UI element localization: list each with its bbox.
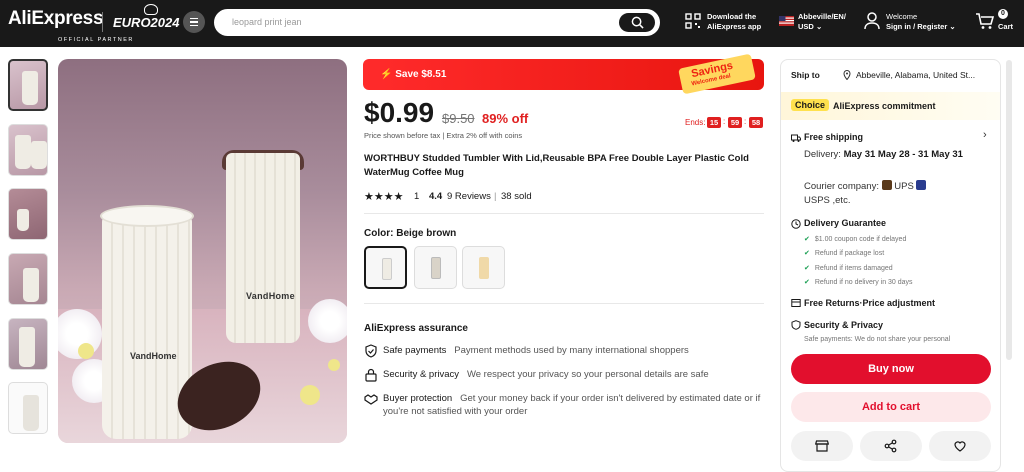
header-divider <box>102 12 103 32</box>
discount-percent: 89% off <box>482 111 529 126</box>
sold-count: 38 sold <box>501 191 532 202</box>
cart-label[interactable]: Cart <box>998 22 1013 32</box>
store-icon <box>815 440 829 452</box>
euro2024-logo[interactable]: EURO2024 <box>113 15 179 30</box>
countdown-hours: 15 <box>707 117 721 128</box>
shield-check-icon <box>365 344 377 358</box>
guarantee-item: ✔ $1.00 coupon code if delayed <box>804 236 907 243</box>
share-button[interactable] <box>860 431 922 461</box>
location-pin-icon <box>843 70 851 80</box>
categories-menu-button[interactable] <box>183 11 205 33</box>
price-note: Price shown before tax | Extra 2% off wi… <box>364 131 523 140</box>
guarantee-item: ✔ Refund if package lost <box>804 250 885 257</box>
chevron-down-icon: ⌄ <box>949 22 956 31</box>
chevron-right-icon[interactable]: › <box>983 129 987 141</box>
divider <box>364 303 764 304</box>
save-amount: ⚡ Save $8.51 <box>380 69 447 80</box>
countdown-minutes: 59 <box>728 117 742 128</box>
account-menu[interactable]: Welcome Sign in / Register ⌄ <box>886 12 956 32</box>
top-header: AliExpress OFFICIAL PARTNER EURO2024 leo… <box>0 0 1024 47</box>
heart-icon <box>954 441 966 452</box>
chevron-down-icon: ⌄ <box>815 22 823 31</box>
thumbnail-3[interactable] <box>8 188 48 240</box>
usps-logo-icon <box>916 180 927 190</box>
rating-value: 4.4 <box>429 191 443 202</box>
user-icon[interactable] <box>864 12 880 30</box>
ship-location-selector[interactable]: Abbeville, Alabama, United St... <box>856 70 992 80</box>
thumbnail-6[interactable] <box>8 382 48 434</box>
countdown-seconds: 58 <box>749 117 763 128</box>
delivery-guarantee-label: Delivery Guarantee <box>804 218 887 228</box>
check-icon: ✔ <box>804 265 810 272</box>
cart-icon[interactable] <box>975 12 995 30</box>
star-count: 1 <box>414 191 420 202</box>
locale-selector[interactable]: Abbeville/EN/ USD ⌄ <box>798 12 846 32</box>
original-price: $9.50 <box>442 111 475 126</box>
aliexpress-logo[interactable]: AliExpress <box>8 8 104 30</box>
search-input[interactable]: leopard print jean <box>232 17 302 27</box>
delivery-info: Delivery: May 31 May 28 - 31 May 31 <box>804 149 963 160</box>
uefa-trophy-icon <box>144 4 158 15</box>
free-shipping-label[interactable]: Free shipping <box>804 132 863 142</box>
buy-now-button[interactable]: Buy now <box>791 354 991 384</box>
security-privacy-label: Security & Privacy <box>804 320 884 330</box>
choice-badge: Choice <box>791 99 830 111</box>
qr-code-icon[interactable] <box>685 13 701 29</box>
main-product-image[interactable]: VandHome VandHome <box>58 59 347 443</box>
thumbnail-5[interactable] <box>8 318 48 370</box>
free-returns-label: Free Returns·Price adjustment <box>804 298 936 308</box>
check-icon: ✔ <box>804 236 810 243</box>
guarantee-item: ✔ Refund if no delivery in 30 days <box>804 279 913 286</box>
color-label: Color: Beige brown <box>364 228 457 239</box>
color-swatch-beige-brown[interactable] <box>364 246 407 289</box>
thumbnail-4[interactable] <box>8 253 48 305</box>
reviews-link[interactable]: 9 Reviews <box>447 191 491 202</box>
search-bar[interactable]: leopard print jean <box>214 9 660 36</box>
shield-icon <box>791 320 801 330</box>
color-swatch-2[interactable] <box>414 246 457 289</box>
add-to-cart-button[interactable]: Add to cart <box>791 392 991 422</box>
assurance-title: AliExpress assurance <box>364 323 468 334</box>
product-title: WORTHBUY Studded Tumbler With Lid,Reusab… <box>364 153 749 178</box>
wishlist-button[interactable] <box>929 431 991 461</box>
download-app-link[interactable]: Download the AliExpress app <box>707 12 761 32</box>
ends-label: Ends: <box>685 118 706 127</box>
ship-to-label: Ship to <box>791 70 820 80</box>
lock-icon <box>365 368 377 382</box>
search-button[interactable] <box>619 13 655 32</box>
current-price: $0.99 <box>364 97 435 128</box>
truck-icon <box>791 134 801 142</box>
product-brand-label: VandHome <box>246 291 295 301</box>
security-note: Safe payments: We do not share your pers… <box>804 336 951 343</box>
returns-icon <box>791 299 801 307</box>
cart-count-badge: 0 <box>998 9 1008 19</box>
check-icon: ✔ <box>804 279 810 286</box>
official-partner-text: OFFICIAL PARTNER <box>58 37 134 43</box>
divider <box>364 213 764 214</box>
share-icon <box>884 439 897 453</box>
store-button[interactable] <box>791 431 853 461</box>
panel-scrollbar[interactable] <box>1006 60 1012 360</box>
rating-stars[interactable]: ★★★★ <box>364 190 403 203</box>
search-icon <box>631 16 644 29</box>
us-flag-icon <box>779 16 794 26</box>
courier-info: Courier company: UPS <box>804 180 927 194</box>
check-icon: ✔ <box>804 250 810 257</box>
guarantee-item: ✔ Refund if items damaged <box>804 265 893 272</box>
commitment-text: AliExpress commitment <box>833 101 936 111</box>
thumbnail-1[interactable] <box>8 59 48 111</box>
thumbnail-2[interactable] <box>8 124 48 176</box>
handshake-icon <box>364 394 378 405</box>
product-brand-label-front: VandHome <box>130 351 177 361</box>
ups-logo-icon <box>881 180 892 190</box>
courier-info-2: USPS ,etc. <box>804 195 851 206</box>
guarantee-clock-icon <box>791 219 801 229</box>
color-swatch-3[interactable] <box>462 246 505 289</box>
